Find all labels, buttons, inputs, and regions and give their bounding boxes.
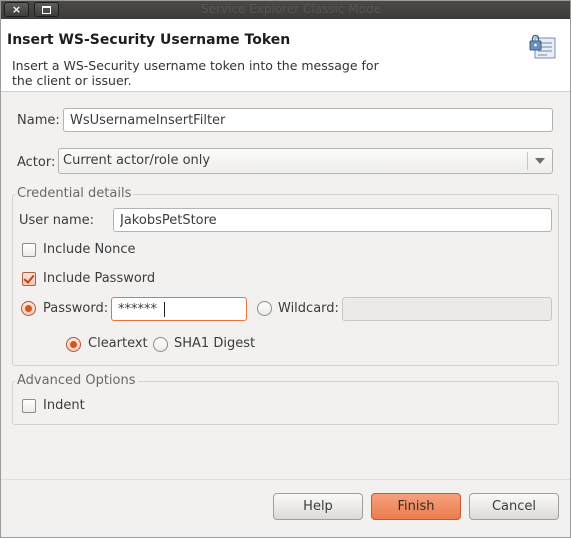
close-window-button[interactable]: × — [4, 2, 29, 17]
wildcard-radio-label[interactable]: Wildcard: — [278, 301, 339, 316]
sha1-digest-label[interactable]: SHA1 Digest — [174, 336, 255, 351]
sha1-digest-radio[interactable] — [153, 337, 168, 352]
cleartext-radio[interactable] — [66, 337, 81, 352]
actor-label: Actor: — [17, 155, 56, 170]
wildcard-radio[interactable] — [257, 301, 272, 316]
maximize-icon — [42, 5, 51, 14]
name-field[interactable] — [63, 108, 553, 132]
maximize-window-button[interactable] — [34, 2, 59, 17]
dialog-description: Insert a WS-Security username token into… — [12, 58, 379, 88]
cleartext-label[interactable]: Cleartext — [88, 336, 148, 351]
security-token-icon — [529, 34, 556, 59]
include-password-label[interactable]: Include Password — [43, 271, 155, 286]
password-radio-label[interactable]: Password: — [43, 301, 108, 316]
dialog-title: Insert WS-Security Username Token — [7, 32, 291, 48]
username-field[interactable] — [113, 208, 552, 232]
dialog-header: Insert WS-Security Username Token Insert… — [1, 19, 570, 92]
name-label: Name: — [17, 113, 60, 128]
finish-button[interactable]: Finish — [371, 493, 461, 520]
include-password-checkbox[interactable] — [22, 272, 36, 286]
include-nonce-checkbox[interactable] — [22, 243, 36, 257]
checkmark-icon — [23, 272, 35, 284]
advanced-options-title: Advanced Options — [15, 373, 138, 388]
help-button[interactable]: Help — [273, 493, 363, 520]
window-title: Service Explorer Classic Mode — [201, 2, 381, 16]
include-nonce-label[interactable]: Include Nonce — [43, 242, 136, 257]
dropdown-separator — [527, 152, 528, 170]
password-field[interactable] — [111, 297, 247, 321]
radio-selected-dot — [25, 305, 32, 312]
chevron-down-icon[interactable] — [535, 158, 545, 164]
credential-details-title: Credential details — [15, 186, 134, 201]
radio-selected-dot — [70, 341, 77, 348]
close-icon: × — [11, 3, 22, 16]
username-label: User name: — [19, 213, 95, 228]
wildcard-field[interactable] — [342, 297, 552, 321]
actor-selected-value: Current actor/role only — [63, 153, 211, 168]
dialog-window: × Service Explorer Classic Mode Insert W… — [0, 0, 571, 538]
indent-label[interactable]: Indent — [43, 398, 85, 413]
footer-separator — [1, 479, 570, 480]
cancel-button[interactable]: Cancel — [469, 493, 559, 520]
password-radio[interactable] — [21, 301, 36, 316]
actor-dropdown[interactable]: Current actor/role only — [58, 148, 553, 174]
title-bar: × Service Explorer Classic Mode — [1, 1, 570, 19]
text-caret — [164, 302, 165, 317]
indent-checkbox[interactable] — [22, 399, 36, 413]
